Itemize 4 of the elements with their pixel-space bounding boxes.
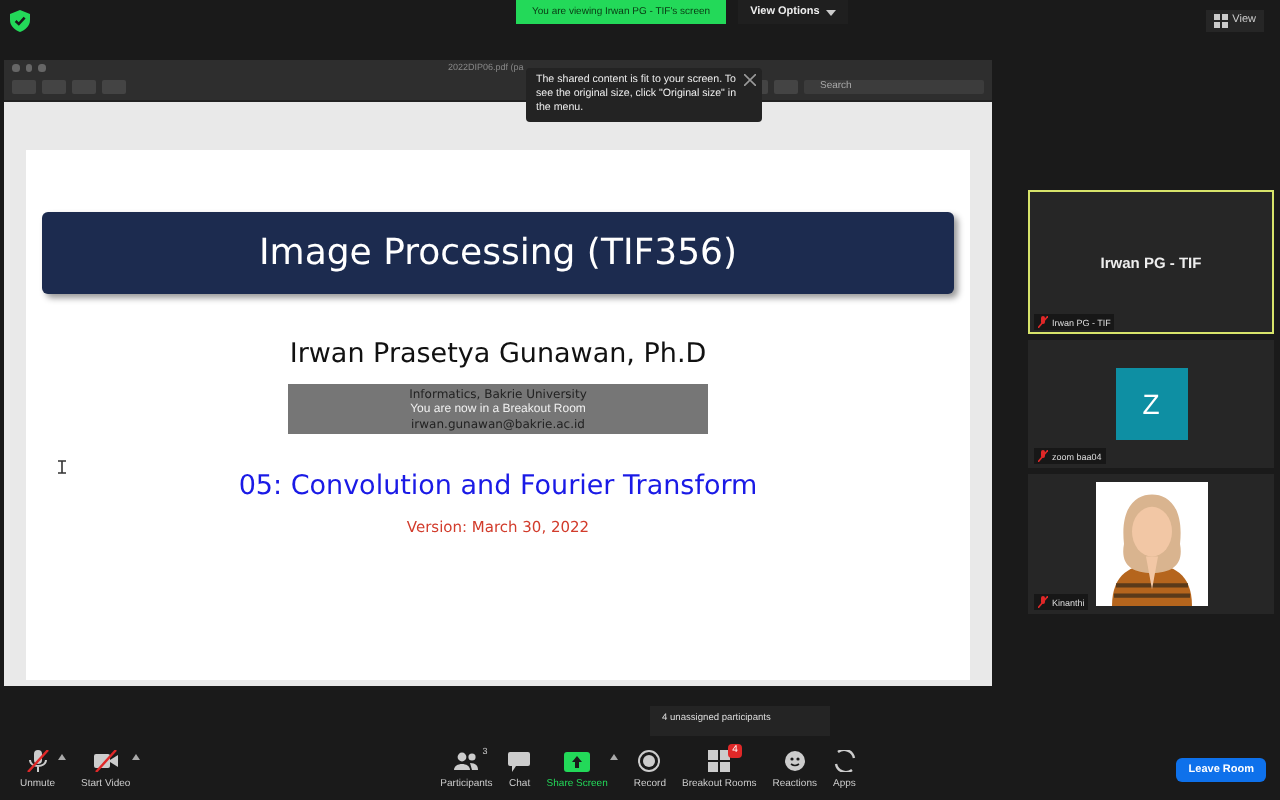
avatar-initial: Z — [1115, 368, 1187, 440]
slide-title: Image Processing (TIF356) — [42, 212, 954, 294]
slide-author: Irwan Prasetya Gunawan, Ph.D — [289, 338, 707, 370]
slide-subtitle: 05: Convolution and Fourier Transform — [238, 470, 758, 502]
